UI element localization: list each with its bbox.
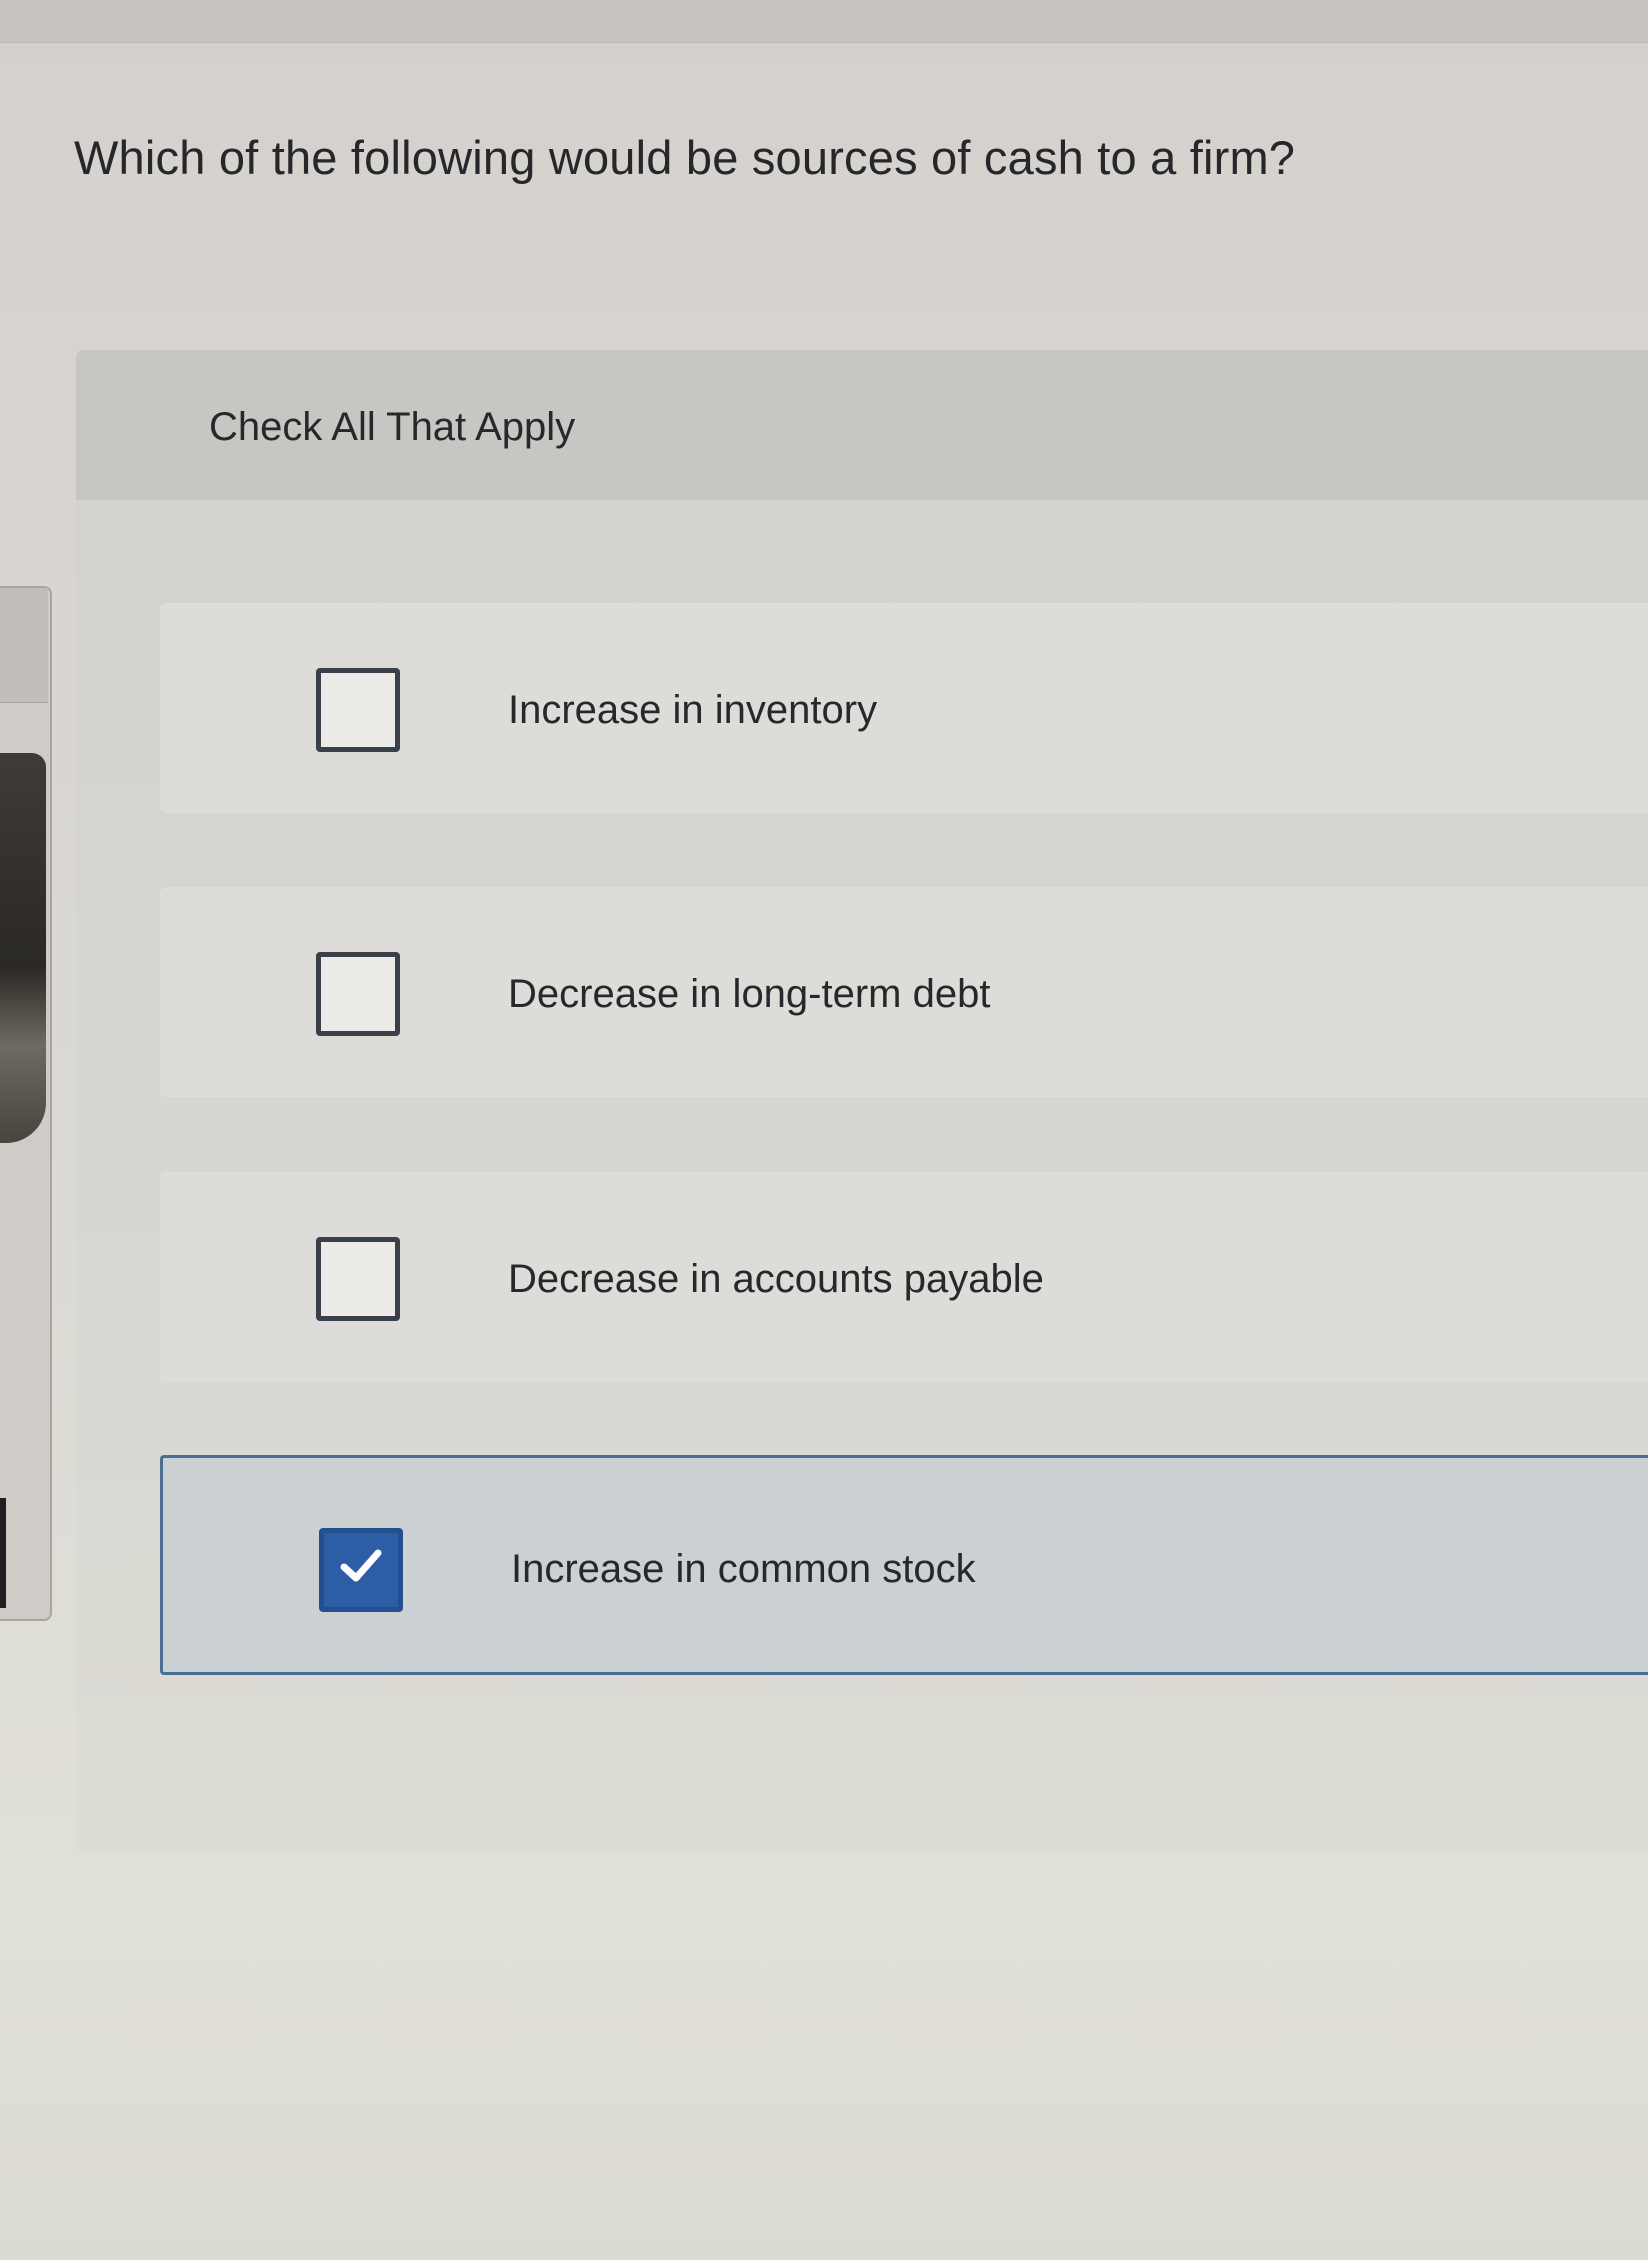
checkmark-icon [340,1549,382,1582]
option-checkbox[interactable] [316,1237,400,1321]
left-panel-tab [0,588,48,703]
answer-options-list: Increase in inventory Decrease in long-t… [76,500,1648,1850]
answer-panel: Check All That Apply Increase in invento… [76,350,1648,1850]
browser-top-edge [0,0,1648,43]
question-text: Which of the following would be sources … [74,131,1296,184]
option-checkbox[interactable] [316,668,400,752]
option-decrease-in-long-term-debt[interactable]: Decrease in long-term debt [160,887,1648,1097]
left-panel-divider [0,1498,6,1608]
left-panel-dark-region [0,753,46,1143]
answer-panel-header: Check All That Apply [76,350,1648,500]
option-label: Decrease in accounts payable [508,1257,1044,1301]
option-increase-in-inventory[interactable]: Increase in inventory [160,603,1648,813]
option-label: Increase in common stock [511,1547,976,1591]
option-label: Decrease in long-term debt [508,972,991,1016]
option-increase-in-common-stock[interactable]: Increase in common stock [160,1455,1648,1675]
check-all-instruction: Check All That Apply [209,405,576,449]
option-checkbox[interactable] [316,952,400,1036]
option-checkbox[interactable] [319,1528,403,1612]
option-decrease-in-accounts-payable[interactable]: Decrease in accounts payable [160,1172,1648,1382]
option-label: Increase in inventory [508,688,878,732]
left-side-panel-edge [0,586,52,1621]
